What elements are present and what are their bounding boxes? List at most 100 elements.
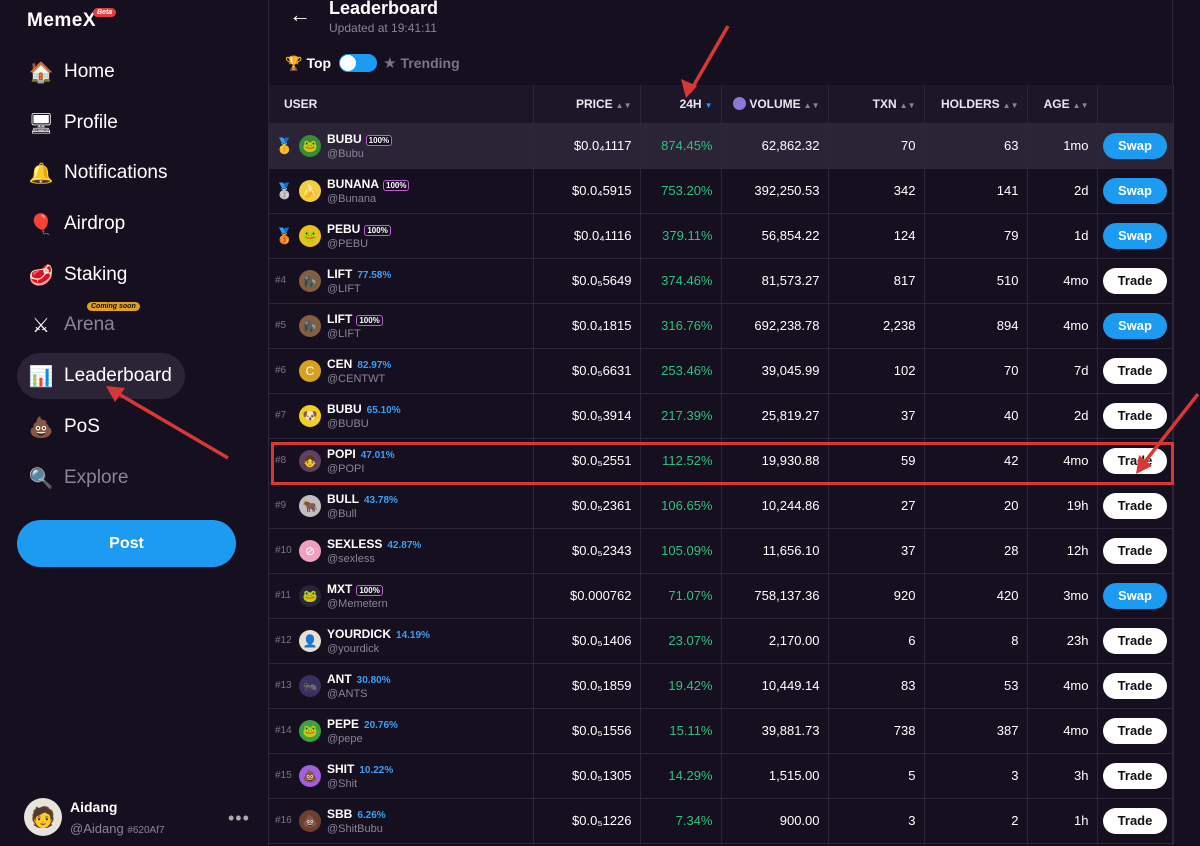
token-avatar[interactable]: 🐸 <box>299 719 321 742</box>
token-name[interactable]: SEXLESS <box>327 537 382 551</box>
col-volume[interactable]: VOLUME ▲▼ <box>721 85 829 124</box>
col-txn[interactable]: TXN ▲▼ <box>828 85 925 124</box>
token-avatar[interactable]: 🐸 <box>299 584 321 607</box>
trade-button[interactable]: Trade <box>1103 762 1167 789</box>
trade-button[interactable]: Trade <box>1103 717 1167 744</box>
user-cell: 🥉 🐸 PEBU 100% @PEBU <box>269 213 534 259</box>
token-name[interactable]: YOURDICK <box>327 627 391 641</box>
table-row[interactable]: #16 💩 SBB 6.26% @ShitBubu $0.0₅1226 7.34%… <box>269 798 1174 844</box>
back-arrow-icon[interactable]: ← <box>289 2 311 28</box>
token-avatar[interactable]: 🐸 <box>299 224 321 247</box>
token-avatar[interactable]: ⊘ <box>299 539 321 562</box>
table-row[interactable]: #15 💩 SHIT 10.22% @Shit $0.0₅1305 14.29% … <box>269 753 1174 799</box>
token-name[interactable]: MXT <box>327 582 352 596</box>
token-avatar[interactable]: 🐸 <box>299 134 321 157</box>
sidebar-item-explore[interactable]: 🔍 Explore <box>17 455 185 501</box>
more-icon[interactable]: ••• <box>228 808 250 829</box>
trade-button[interactable]: Trade <box>1103 357 1167 384</box>
age-cell: 4mo <box>1027 663 1098 709</box>
token-name[interactable]: PEPE <box>327 717 359 731</box>
table-row[interactable]: #10 ⊘ SEXLESS 42.87% @sexless $0.0₅2343 1… <box>269 528 1174 574</box>
sidebar-item-label: PoS <box>64 416 100 437</box>
table-row[interactable]: 🥈 🍌 BUNANA 100% @Bunana $0.0₄5915 753.20%… <box>269 168 1174 214</box>
table-row[interactable]: #14 🐸 PEPE 20.76% @pepe $0.0₅1556 15.11% … <box>269 708 1174 754</box>
sidebar-item-airdrop[interactable]: 🎈 Airdrop <box>17 201 185 247</box>
trade-button[interactable]: Trade <box>1103 672 1167 699</box>
table-row[interactable]: #8 👧 POPI 47.01% @POPI $0.0₅2551 112.52% … <box>269 438 1174 484</box>
profile-card[interactable]: 🧑 Aidang @Aidang #620Af7 <box>24 798 165 836</box>
token-name[interactable]: SHIT <box>327 762 354 776</box>
sidebar-item-profile[interactable]: 🖥 Profile <box>17 100 185 146</box>
txn-cell: 83 <box>828 663 925 709</box>
sidebar-item-home[interactable]: 🏠 Home <box>17 49 185 95</box>
token-name[interactable]: ANT <box>327 672 352 686</box>
table-row[interactable]: #12 👤 YOURDICK 14.19% @yourdick $0.0₅1406… <box>269 618 1174 664</box>
trade-button[interactable]: Trade <box>1103 402 1167 429</box>
trade-button[interactable]: Trade <box>1103 807 1167 834</box>
table-row[interactable]: #9 🐂 BULL 43.78% @Bull $0.0₅2361 106.65% … <box>269 483 1174 529</box>
table-row[interactable]: 🥇 🐸 BUBU 100% @Bubu $0.0₄1117 874.45% 62,… <box>269 123 1174 169</box>
token-avatar[interactable]: 🐜 <box>299 674 321 697</box>
col-price[interactable]: PRICE ▲▼ <box>533 85 641 124</box>
token-avatar[interactable]: 🐂 <box>299 494 321 517</box>
col-age[interactable]: AGE ▲▼ <box>1027 85 1098 124</box>
table-row[interactable]: #6 C CEN 82.97% @CENTWT $0.0₅6631 253.46%… <box>269 348 1174 394</box>
sidebar-item-arena[interactable]: ⚔ Arena Coming soon <box>17 302 185 348</box>
col-24h[interactable]: 24H ▼ <box>640 85 722 124</box>
col-holders[interactable]: HOLDERS ▲▼ <box>924 85 1028 124</box>
sidebar-item-pos[interactable]: 💩 PoS <box>17 404 185 450</box>
sidebar-item-leaderboard[interactable]: 📊 Leaderboard <box>17 353 185 399</box>
token-avatar[interactable]: 🦍 <box>299 314 321 337</box>
holders-cell: 387 <box>924 708 1028 754</box>
profile-name: Aidang <box>70 798 118 815</box>
table-row[interactable]: #11 🐸 MXT 100% @Memetern $0.000762 71.07%… <box>269 573 1174 619</box>
trade-button[interactable]: Trade <box>1103 447 1167 474</box>
token-name[interactable]: PEBU <box>327 222 360 236</box>
token-avatar[interactable]: 👤 <box>299 629 321 652</box>
token-avatar[interactable]: 💩 <box>299 809 321 832</box>
token-handle: @LIFT <box>327 328 361 340</box>
token-name[interactable]: POPI <box>327 447 356 461</box>
token-name[interactable]: SBB <box>327 807 352 821</box>
toggle-top-label[interactable]: Top <box>306 55 331 71</box>
token-name[interactable]: BUNANA <box>327 177 379 191</box>
swap-button[interactable]: Swap <box>1103 582 1167 609</box>
trade-button[interactable]: Trade <box>1103 267 1167 294</box>
table-row[interactable]: #7 🐶 BUBU 65.10% @BUBU $0.0₅3914 217.39% … <box>269 393 1174 439</box>
table-row[interactable]: #4 🦍 LIFT 77.58% @LIFT $0.0₅5649 374.46% … <box>269 258 1174 304</box>
token-avatar[interactable]: 🐶 <box>299 404 321 427</box>
post-button[interactable]: Post <box>17 520 236 567</box>
main-panel: ← Leaderboard Updated at 19:41:11 🏆 Top … <box>268 0 1174 846</box>
token-name[interactable]: CEN <box>327 357 352 371</box>
table-row[interactable]: #13 🐜 ANT 30.80% @ANTS $0.0₅1859 19.42% 1… <box>269 663 1174 709</box>
token-avatar[interactable]: 🦍 <box>299 269 321 292</box>
sidebar-item-staking[interactable]: 🥩 Staking <box>17 252 185 298</box>
swap-button[interactable]: Swap <box>1103 222 1167 249</box>
token-name[interactable]: BUBU <box>327 132 362 146</box>
swap-button[interactable]: Swap <box>1103 177 1167 204</box>
trade-button[interactable]: Trade <box>1103 537 1167 564</box>
token-avatar[interactable]: C <box>299 359 321 382</box>
token-avatar[interactable]: 👧 <box>299 449 321 472</box>
table-row[interactable]: 🥉 🐸 PEBU 100% @PEBU $0.0₄1116 379.11% 56,… <box>269 213 1174 259</box>
change-cell: 253.46% <box>640 348 722 394</box>
token-avatar[interactable]: 💩 <box>299 764 321 787</box>
swap-button[interactable]: Swap <box>1103 132 1167 159</box>
table-row[interactable]: #5 🦍 LIFT 100% @LIFT $0.0₄1815 316.76% 69… <box>269 303 1174 349</box>
change-cell: 374.46% <box>640 258 722 304</box>
token-handle: @Bubu <box>327 148 364 160</box>
memex-logo[interactable]: MemeX <box>27 10 96 32</box>
sidebar-item-notifications[interactable]: 🔔 Notifications <box>17 150 185 196</box>
token-name[interactable]: LIFT <box>327 267 352 281</box>
token-avatar[interactable]: 🍌 <box>299 179 321 202</box>
col-user[interactable]: USER <box>269 85 534 124</box>
token-name[interactable]: LIFT <box>327 312 352 326</box>
toggle-trending-label[interactable]: Trending <box>401 55 460 71</box>
action-cell: Swap <box>1097 123 1174 169</box>
swap-button[interactable]: Swap <box>1103 312 1167 339</box>
trade-button[interactable]: Trade <box>1103 492 1167 519</box>
toggle-switch[interactable] <box>339 54 378 72</box>
trade-button[interactable]: Trade <box>1103 627 1167 654</box>
token-name[interactable]: BUBU <box>327 402 362 416</box>
token-name[interactable]: BULL <box>327 492 359 506</box>
